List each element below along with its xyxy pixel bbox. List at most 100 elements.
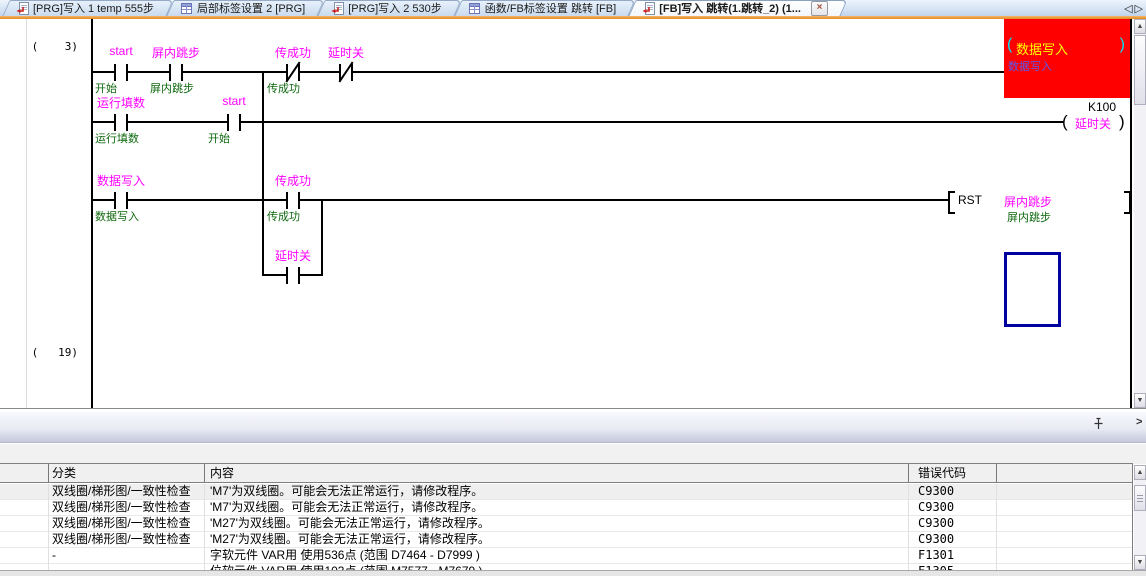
cell-error-code: C9300 — [918, 516, 994, 531]
plc-editor-window: [PRG]写入 1 temp 555步 局部标签设置 2 [PRG] [PRG]… — [0, 0, 1146, 576]
scrollbar-thumb[interactable] — [1134, 485, 1146, 511]
error-row[interactable]: 双线圈/梯形图/一致性检查 'M27'为双线圈。可能会无法正常运行，请修改程序。… — [0, 516, 1132, 532]
thumb-grip — [1137, 498, 1143, 499]
contact-bar — [126, 64, 128, 81]
panel-overflow-chevron[interactable]: > — [1136, 416, 1142, 428]
error-table-header: 分类 内容 错误代码 — [0, 463, 1132, 483]
column-divider — [996, 464, 997, 482]
wire-v-branch-left — [262, 71, 264, 276]
contact-label: 传成功 — [275, 172, 311, 189]
tab-scroll-buttons: ◁▷ — [1124, 2, 1145, 15]
scroll-up-button[interactable]: ▲ — [1134, 19, 1146, 34]
contact-label: start — [109, 44, 132, 58]
wire-h-rung1 — [92, 71, 1004, 73]
coil-paren-open: ( — [1062, 112, 1068, 132]
rung-step-number: ( 3) — [30, 40, 78, 53]
margin-line — [26, 19, 27, 408]
coil-paren-close: ) — [1120, 36, 1125, 54]
error-row[interactable]: 双线圈/梯形图/一致性检查 'M27'为双线圈。可能会无法正常运行，请修改程序。… — [0, 532, 1132, 548]
contact-comment: 开始 — [208, 130, 328, 146]
contact-label: 数据写入 — [97, 172, 145, 189]
coil-name: 数据写入 — [1016, 39, 1068, 58]
contact-bar — [286, 267, 288, 284]
contact-bar — [298, 64, 300, 81]
label-settings-icon — [468, 2, 481, 15]
coil-paren-open: ( — [1007, 36, 1012, 54]
cell-content: 'M27'为双线圈。可能会无法正常运行，请修改程序。 — [210, 516, 905, 531]
timer-constant: K100 — [1060, 100, 1116, 114]
horizontal-scrollbar-strip[interactable] — [0, 570, 1146, 576]
program-icon — [16, 2, 29, 15]
column-divider — [48, 464, 49, 482]
contact-comment: 屏内跳步 — [150, 80, 270, 96]
coil-delay-off[interactable]: 延时关 — [1075, 115, 1111, 132]
column-divider — [908, 484, 909, 570]
cell-category: - — [52, 548, 202, 563]
error-row[interactable]: 双线圈/梯形图/一致性检查 'M7'为双线圈。可能会无法正常运行，请修改程序。 … — [0, 500, 1132, 516]
contact-bar — [239, 114, 241, 131]
rst-operand-comment: 屏内跳步 — [1007, 209, 1051, 225]
cell-error-code: C9300 — [918, 532, 994, 547]
contact-bar — [181, 64, 183, 81]
pin-icon[interactable] — [1093, 417, 1104, 430]
ladder-scrollbar[interactable]: ▲ ▼ — [1134, 19, 1146, 408]
error-row[interactable]: - 字软元件 VAR用 使用536点 (范围 D7464 - D7999 ) F… — [0, 548, 1132, 564]
wire-h-rung3 — [92, 199, 950, 201]
cell-content: 'M7'为双线圈。可能会无法正常运行，请修改程序。 — [210, 484, 905, 499]
tab-fb-write-jump[interactable]: [FB]写入 跳转(1.跳转_2) (1... × — [632, 0, 844, 16]
error-row[interactable]: 双线圈/梯形图/一致性检查 'M7'为双线圈。可能会无法正常运行，请修改程序。 … — [0, 484, 1132, 500]
column-header-category: 分类 — [52, 464, 76, 482]
table-right-border — [1132, 463, 1133, 570]
tab-fb-label-settings[interactable]: 函数/FB标签设置 跳转 [FB] — [458, 0, 632, 16]
scroll-up-button[interactable]: ▲ — [1134, 465, 1146, 480]
column-divider — [204, 464, 205, 482]
rst-mnemonic[interactable]: RST — [958, 193, 982, 207]
tab-close-button[interactable]: × — [811, 1, 828, 16]
output-panel-toolbar-area — [0, 443, 1146, 464]
cell-error-code: F1301 — [918, 548, 994, 563]
cell-error-code: C9300 — [918, 500, 994, 515]
coil-data-write[interactable]: ( 数据写入 ) 数据写入 — [1004, 19, 1130, 98]
coil-comment: 数据写入 — [1008, 58, 1052, 74]
contact-bar — [114, 192, 116, 209]
rst-operand: 屏内跳步 — [1004, 193, 1052, 210]
error-list-scrollbar[interactable]: ▲ ▼ — [1134, 465, 1146, 570]
scroll-tabs-left-button[interactable]: ◁ — [1124, 3, 1134, 15]
wire-v-left-bus — [91, 19, 93, 408]
scroll-down-button[interactable]: ▼ — [1134, 393, 1146, 408]
column-divider — [996, 484, 997, 570]
contact-comment: 传成功 — [267, 208, 387, 224]
ladder-editor[interactable]: ( 3) ( 19) start 开始 屏内跳步 屏内跳步 传成功 — [0, 19, 1146, 409]
cell-category: 双线圈/梯形图/一致性检查 — [52, 532, 202, 547]
scroll-tabs-right-button[interactable]: ▷ — [1135, 3, 1145, 15]
contact-comment: 运行填数 — [95, 130, 215, 146]
contact-label: 屏内跳步 — [152, 44, 200, 61]
contact-bar — [114, 114, 116, 131]
cell-category: 双线圈/梯形图/一致性检查 — [52, 516, 202, 531]
ladder-right-border — [1130, 19, 1132, 408]
cell-content: 'M7'为双线圈。可能会无法正常运行，请修改程序。 — [210, 500, 905, 515]
program-icon — [331, 2, 344, 15]
program-icon — [642, 2, 655, 15]
contact-bar — [126, 114, 128, 131]
tab-local-label-settings[interactable]: 局部标签设置 2 [PRG] — [170, 0, 321, 16]
contact-bar — [227, 114, 229, 131]
cell-content: 字软元件 VAR用 使用536点 (范围 D7464 - D7999 ) — [210, 548, 905, 563]
rung-step-number: ( 19) — [30, 346, 78, 359]
tab-label: 函数/FB标签设置 跳转 [FB] — [485, 0, 616, 16]
column-header-code: 错误代码 — [918, 464, 966, 482]
tab-prg-write-1[interactable]: [PRG]写入 1 temp 555步 — [6, 0, 170, 16]
tab-prg-write-2[interactable]: [PRG]写入 2 530步 — [321, 0, 458, 16]
scroll-down-button[interactable]: ▼ — [1134, 555, 1146, 570]
selection-cursor-box[interactable] — [1004, 252, 1061, 327]
scrollbar-thumb[interactable] — [1134, 35, 1146, 105]
contact-comment: 数据写入 — [95, 208, 215, 224]
tab-label: [PRG]写入 2 530步 — [348, 0, 442, 16]
contact-label: 运行填数 — [97, 94, 145, 111]
cell-category: 双线圈/梯形图/一致性检查 — [52, 500, 202, 515]
cell-content: 'M27'为双线圈。可能会无法正常运行，请修改程序。 — [210, 532, 905, 547]
output-panel-titlebar: > — [0, 412, 1146, 443]
tab-label: [FB]写入 跳转(1.跳转_2) (1... — [659, 0, 801, 16]
column-header-content: 内容 — [210, 464, 234, 482]
contact-bar — [298, 267, 300, 284]
